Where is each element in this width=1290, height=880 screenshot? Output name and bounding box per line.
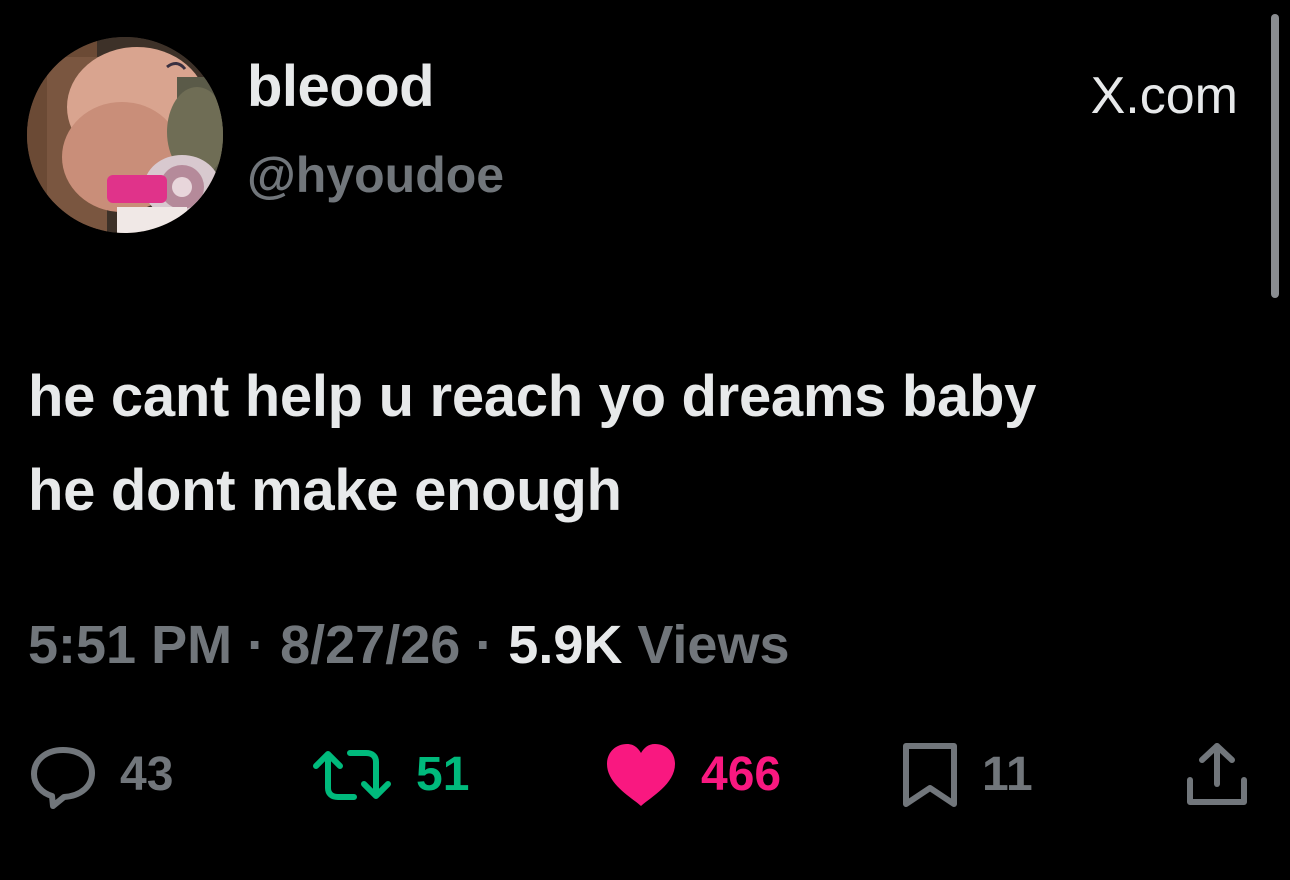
- tweet-text-line: he dont make enough: [28, 458, 622, 523]
- site-label-text: X.com: [1090, 67, 1238, 125]
- retweet-button[interactable]: 51: [310, 735, 469, 815]
- tweet-text-line: he cant help u reach yo dreams baby: [28, 364, 1037, 429]
- views-count: 5.9K: [508, 615, 623, 675]
- avatar[interactable]: [27, 37, 223, 233]
- meta-separator: ·: [247, 615, 266, 675]
- tweet-date[interactable]: 8/27/26: [280, 615, 460, 675]
- bookmark-icon: [903, 743, 957, 807]
- reply-count: 43: [120, 748, 174, 801]
- bookmark-count: 11: [982, 748, 1033, 801]
- tweet-text: he cant help u reach yo dreams baby he d…: [28, 350, 1258, 538]
- tweet-time[interactable]: 5:51 PM: [28, 615, 232, 675]
- action-bar: 43 51 466 11: [0, 735, 1290, 815]
- reply-icon: [31, 747, 95, 809]
- meta-separator: ·: [475, 615, 494, 675]
- reply-button[interactable]: 43: [28, 735, 173, 815]
- retweet-icon: [313, 750, 391, 800]
- like-count: 466: [701, 748, 782, 801]
- views-label: Views: [637, 615, 790, 675]
- bookmark-button[interactable]: 11: [900, 735, 1033, 815]
- site-label: X.com: [1091, 70, 1238, 122]
- like-button[interactable]: 466: [603, 735, 781, 815]
- tweet-meta: 5:51 PM · 8/27/26 · 5.9K Views: [28, 618, 790, 672]
- retweet-count: 51: [416, 748, 470, 801]
- author-display-name[interactable]: bleood: [247, 58, 435, 116]
- author-handle[interactable]: @hyoudoe: [247, 150, 504, 200]
- scrollbar[interactable]: [1271, 14, 1279, 298]
- avatar-image: [27, 37, 223, 233]
- heart-icon: [607, 744, 675, 806]
- share-icon: [1187, 743, 1247, 805]
- share-button[interactable]: [1184, 735, 1250, 815]
